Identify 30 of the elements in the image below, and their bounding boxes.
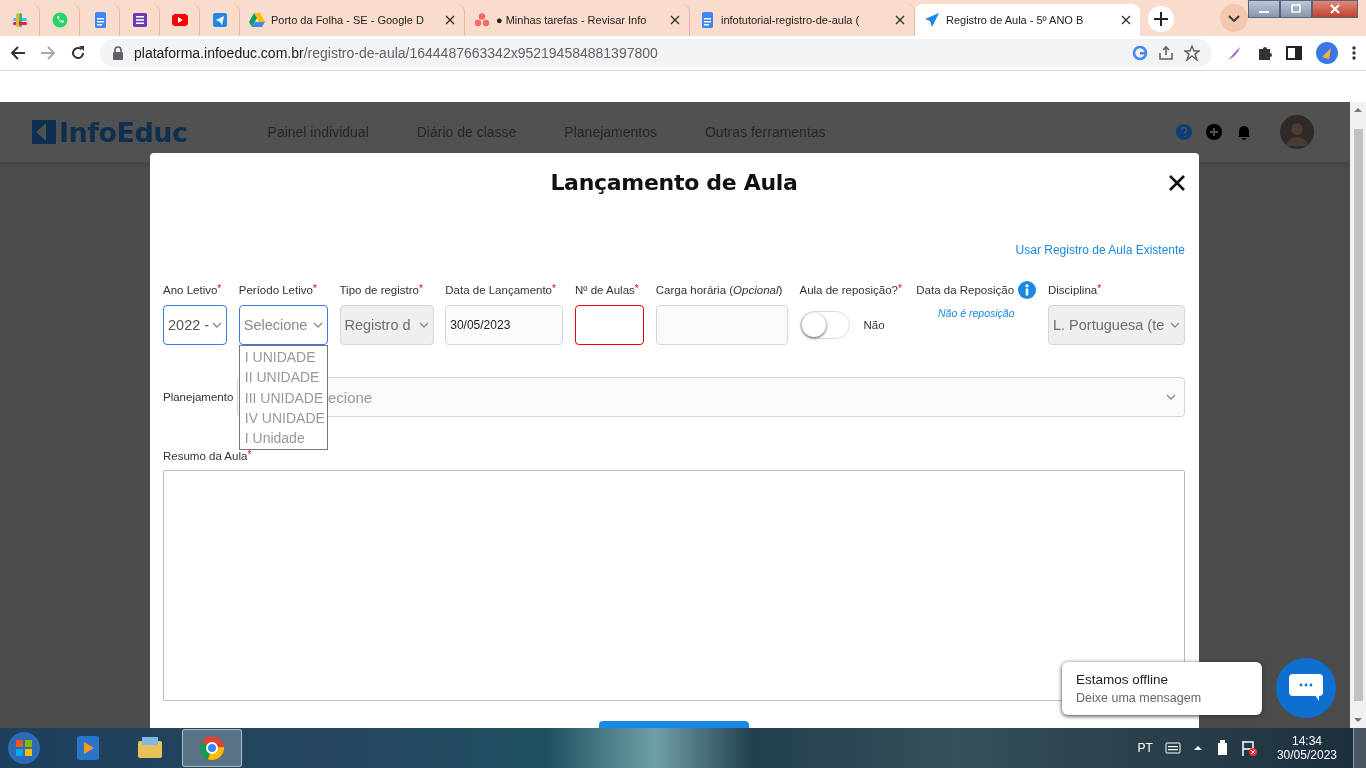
field-label: Planejamento [163, 391, 234, 403]
clock-time: 14:34 [1291, 734, 1322, 748]
field-label: Tipo de registro$^{*}$ [339, 284, 423, 296]
chat-subtitle: Deixe uma mensagem [1076, 690, 1203, 705]
dropdown-option[interactable]: I UNIDADE [239, 347, 327, 368]
toggle-state: Não [863, 319, 885, 331]
language-indicator[interactable]: PT [1137, 741, 1153, 755]
dropdown-option[interactable]: III UNIDADE [239, 387, 327, 408]
clock-date: 30/05/2023 [1276, 748, 1337, 762]
browser-tab[interactable]: Registro de Aula - 5º ANO B [915, 4, 1140, 36]
select-field[interactable]: 2022 - [163, 305, 227, 345]
field-label: Período Letivo$^{*}$ [238, 284, 317, 296]
status-note: Não é reposição [937, 306, 1016, 321]
field-label: Disciplina$^{*}$ [1048, 284, 1102, 296]
dialog-title: Lançamento de Aula [550, 170, 798, 195]
field-label: Data da Reposição [916, 284, 1015, 296]
existing-record-link[interactable]: Usar Registro de Aula Existente [1015, 243, 1185, 257]
field-label: Ano Letivo$^{*}$ [163, 284, 222, 296]
field-label: Resumo da Aula$^{*}$ [163, 450, 252, 462]
input-field[interactable]: 30/05/2023 [445, 305, 564, 345]
address-bar[interactable]: plataforma.infoeduc.com.br/registro-de-aula/1644487663342x952194584881397800 [100, 39, 1212, 67]
field-label: Nº de Aulas$^{*}$ [575, 284, 639, 296]
chat-bubble[interactable]: Estamos offline Deixe uma mensagem [1062, 661, 1262, 715]
field-label: Data de Lançamento$^{*}$ [445, 284, 556, 296]
dropdown-option[interactable]: I Unidade [239, 428, 327, 449]
select-field[interactable]: Selecione [238, 305, 328, 345]
field-label: Carga horária (Opcional) [655, 284, 783, 296]
chat-title: Estamos offline [1076, 671, 1170, 687]
field-label: Aula de reposição?$^{*}$ [799, 284, 902, 296]
logo-text: InfoEduc [59, 116, 188, 148]
